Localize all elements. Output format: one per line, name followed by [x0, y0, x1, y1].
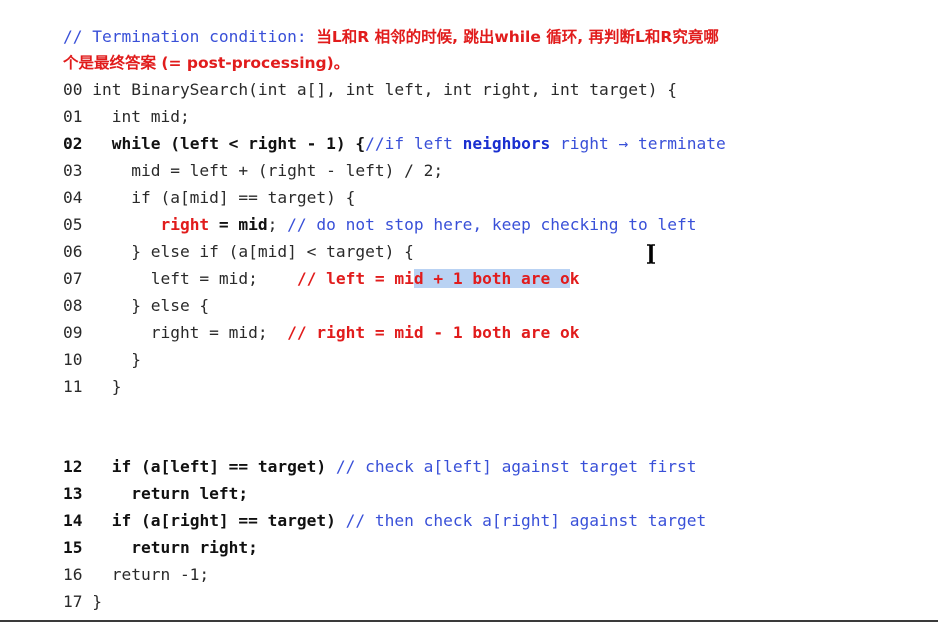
code-line-17: 17 }: [24, 561, 102, 611]
code-comment-red: k: [569, 269, 580, 288]
code-line-08: 08 } else {: [24, 265, 209, 315]
code-line-06: 06 } else if (a[mid] < target) {: [24, 211, 414, 261]
line-number: 11: [62, 377, 83, 396]
code-comment-red: // right = mid - 1 both are ok: [287, 323, 580, 342]
code-line-11: 11 }: [24, 346, 121, 396]
code-comment: // check a[left] against target first: [326, 457, 697, 476]
code-editor[interactable]: // Termination condition: 当L和R 相邻的时候, 跳出…: [0, 0, 938, 622]
header-comment-cn-1: 当L和R 相邻的时候, 跳出while 循环, 再判断L和R究竟哪: [316, 28, 719, 46]
code-text: }: [82, 592, 102, 611]
i-beam-cursor-icon: [647, 244, 655, 264]
code-line-15: 15 return right;: [24, 507, 258, 557]
header-comment-line-1: // Termination condition: 当L和R 相邻的时候, 跳出…: [24, 0, 719, 46]
line-number: 17: [62, 592, 83, 611]
code-line-07: 07 left = mid; // left = mid + 1 both ar…: [24, 238, 580, 288]
code-comment: // then check a[right] against target: [335, 511, 707, 530]
code-line-02: 02 while (left < right - 1) {//if left n…: [24, 103, 726, 153]
code-comment-bold: neighbors: [462, 134, 551, 153]
code-comment-red: // left = mi: [296, 269, 414, 288]
code-line-04: 04 if (a[mid] == target) {: [24, 157, 355, 207]
code-line-03: 03 mid = left + (right - left) / 2;: [24, 130, 443, 180]
code-line-00: 00 int BinarySearch(int a[], int left, i…: [24, 49, 677, 99]
code-comment: right → terminate: [550, 134, 726, 153]
code-line-01: 01 int mid;: [24, 76, 190, 126]
code-line-14: 14 if (a[right] == target) // then check…: [24, 480, 706, 530]
code-text: }: [82, 377, 122, 396]
code-line-10: 10 }: [24, 319, 141, 369]
text-selection[interactable]: d + 1 both are o: [413, 269, 570, 288]
code-line-05: 05 right = mid; // do not stop here, kee…: [24, 184, 697, 234]
bottom-divider: [0, 620, 938, 622]
code-line-12: 12 if (a[left] == target) // check a[lef…: [24, 426, 697, 476]
code-line-16: 16 return -1;: [24, 534, 209, 584]
code-line-09: 09 right = mid; // right = mid - 1 both …: [24, 292, 580, 342]
header-comment-line-2: 个是最终答案 (= post-processing)。: [24, 22, 349, 72]
code-line-13: 13 return left;: [24, 453, 248, 503]
